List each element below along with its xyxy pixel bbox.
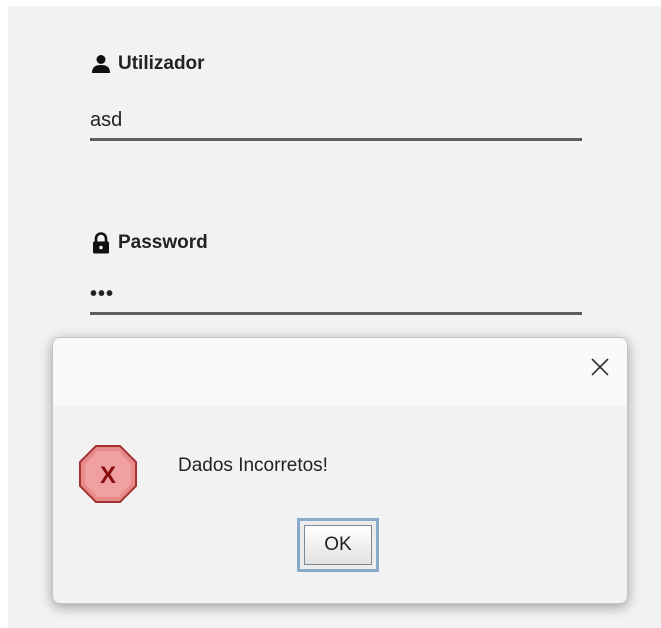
error-dialog: X Dados Incorretos! OK	[52, 337, 628, 604]
username-field[interactable]: asd	[90, 102, 582, 141]
username-label: Utilizador	[90, 53, 205, 75]
password-label-text: Password	[118, 232, 208, 253]
password-field[interactable]: •••	[90, 276, 582, 315]
error-icon: X	[77, 443, 139, 505]
dialog-titlebar	[53, 338, 627, 406]
ok-button-label: OK	[304, 525, 372, 565]
user-icon	[90, 53, 112, 75]
lock-icon	[90, 232, 112, 254]
password-label: Password	[90, 232, 208, 254]
svg-text:X: X	[100, 462, 116, 489]
dialog-message: Dados Incorretos!	[178, 455, 328, 476]
close-icon	[591, 358, 609, 376]
username-label-text: Utilizador	[118, 53, 205, 74]
ok-button[interactable]: OK	[297, 518, 379, 572]
close-button[interactable]	[585, 352, 615, 382]
